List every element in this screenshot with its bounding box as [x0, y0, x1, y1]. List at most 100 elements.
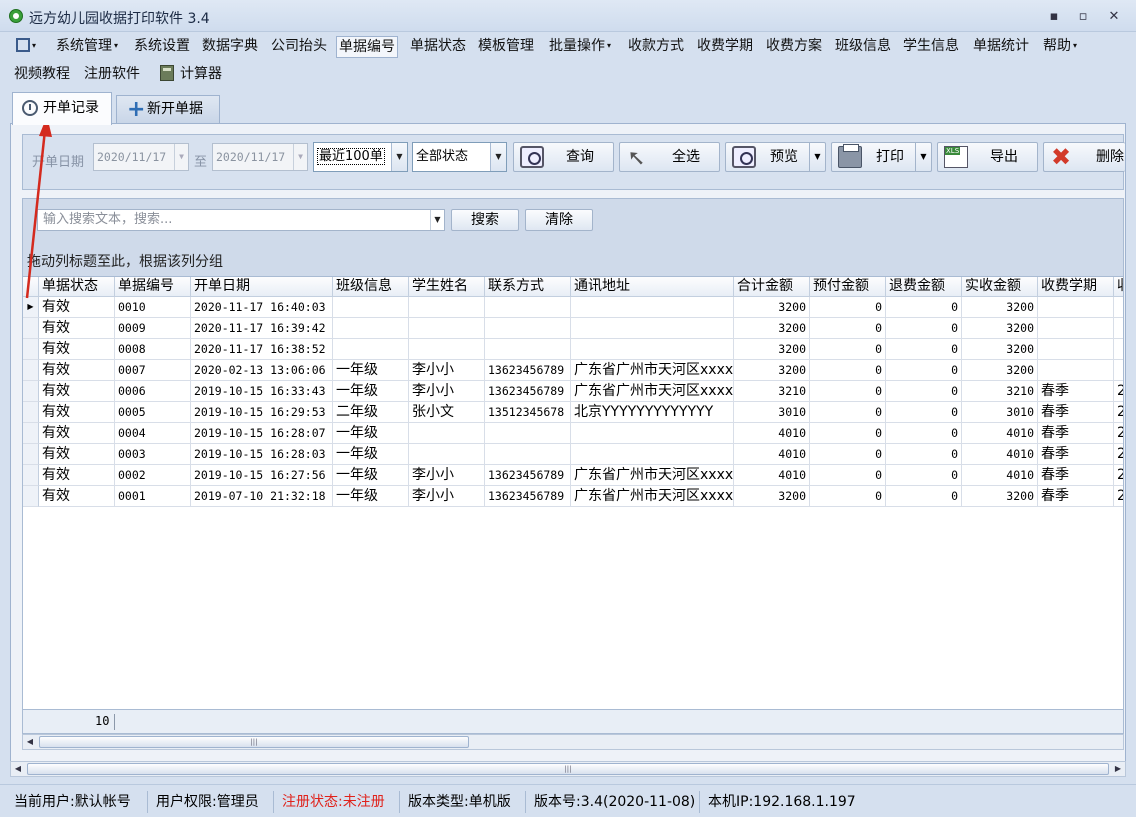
- cell-date[interactable]: 2020-11-17 16:38:52: [191, 339, 333, 360]
- cell-extra[interactable]: 2: [1114, 381, 1123, 402]
- cell-phone[interactable]: 13623456789: [485, 465, 571, 486]
- tab-new-receipt[interactable]: + 新开单据: [116, 95, 220, 124]
- cell-number[interactable]: 0005: [115, 402, 191, 423]
- select-all-button[interactable]: 全选: [619, 142, 720, 172]
- chevron-down-icon[interactable]: ▼: [174, 144, 188, 170]
- cell-received[interactable]: 4010: [962, 444, 1038, 465]
- cell-address[interactable]: [571, 423, 734, 444]
- cell-term[interactable]: [1038, 360, 1114, 381]
- cell-date[interactable]: 2019-10-15 16:28:03: [191, 444, 333, 465]
- cell-phone[interactable]: [485, 444, 571, 465]
- cell-received[interactable]: 3200: [962, 486, 1038, 507]
- menu-fee-term[interactable]: 收费学期: [695, 36, 755, 58]
- cell-date[interactable]: 2019-10-15 16:27:56: [191, 465, 333, 486]
- menu-receipt-status[interactable]: 单据状态: [408, 36, 468, 58]
- chevron-down-icon[interactable]: ▼: [490, 143, 506, 171]
- chevron-down-icon[interactable]: ▼: [809, 143, 825, 171]
- cell-prepaid[interactable]: 0: [810, 465, 886, 486]
- cell-phone[interactable]: [485, 318, 571, 339]
- cell-refund[interactable]: 0: [886, 360, 962, 381]
- column-header-extra[interactable]: 收: [1114, 277, 1123, 297]
- cell-extra[interactable]: [1114, 318, 1123, 339]
- cell-number[interactable]: 0009: [115, 318, 191, 339]
- cell-status[interactable]: 有效: [39, 318, 115, 339]
- cell-refund[interactable]: 0: [886, 486, 962, 507]
- cell-term[interactable]: 春季: [1038, 486, 1114, 507]
- cell-extra[interactable]: 2: [1114, 465, 1123, 486]
- cell-extra[interactable]: 2: [1114, 444, 1123, 465]
- cell-address[interactable]: 广东省广州市天河区xxxx: [571, 486, 734, 507]
- cell-date[interactable]: 2019-10-15 16:33:43: [191, 381, 333, 402]
- cell-refund[interactable]: 0: [886, 444, 962, 465]
- menu-receipt-number[interactable]: 单据编号: [336, 36, 398, 58]
- cell-extra[interactable]: 2: [1114, 402, 1123, 423]
- column-header-class[interactable]: 班级信息: [333, 277, 409, 297]
- cell-prepaid[interactable]: 0: [810, 297, 886, 318]
- column-header-total[interactable]: 合计金额: [734, 277, 810, 297]
- date-from-field[interactable]: 2020/11/17 ▼: [93, 143, 189, 171]
- column-header-term[interactable]: 收费学期: [1038, 277, 1114, 297]
- cell-student[interactable]: [409, 444, 485, 465]
- cell-total[interactable]: 4010: [734, 465, 810, 486]
- status-filter-select[interactable]: 全部状态 ▼: [412, 142, 507, 172]
- cell-term[interactable]: 春季: [1038, 402, 1114, 423]
- minimize-button[interactable]: ▪: [1043, 8, 1065, 26]
- cell-number[interactable]: 0001: [115, 486, 191, 507]
- cell-refund[interactable]: 0: [886, 402, 962, 423]
- menu-receipt-statistics[interactable]: 单据统计: [971, 36, 1031, 58]
- menu-student-info[interactable]: 学生信息: [901, 36, 961, 58]
- cell-status[interactable]: 有效: [39, 402, 115, 423]
- print-button[interactable]: 打印 ▼: [831, 142, 932, 172]
- cell-total[interactable]: 3010: [734, 402, 810, 423]
- cell-date[interactable]: 2020-11-17 16:39:42: [191, 318, 333, 339]
- cell-term[interactable]: 春季: [1038, 423, 1114, 444]
- cell-number[interactable]: 0006: [115, 381, 191, 402]
- cell-class[interactable]: 一年级: [333, 381, 409, 402]
- column-header-student[interactable]: 学生姓名: [409, 277, 485, 297]
- row-indicator[interactable]: [23, 360, 39, 381]
- cell-class[interactable]: 一年级: [333, 465, 409, 486]
- cell-term[interactable]: 春季: [1038, 444, 1114, 465]
- cell-prepaid[interactable]: 0: [810, 423, 886, 444]
- row-indicator[interactable]: [23, 465, 39, 486]
- row-indicator[interactable]: [23, 381, 39, 402]
- cell-number[interactable]: 0002: [115, 465, 191, 486]
- cell-student[interactable]: 李小小: [409, 486, 485, 507]
- menu-video-tutorial[interactable]: 视频教程: [12, 64, 72, 86]
- export-button[interactable]: 导出: [937, 142, 1038, 172]
- cell-prepaid[interactable]: 0: [810, 360, 886, 381]
- cell-total[interactable]: 3200: [734, 339, 810, 360]
- cell-phone[interactable]: 13623456789: [485, 381, 571, 402]
- cell-class[interactable]: 一年级: [333, 423, 409, 444]
- cell-student[interactable]: [409, 339, 485, 360]
- row-indicator[interactable]: [23, 486, 39, 507]
- cell-class[interactable]: 一年级: [333, 486, 409, 507]
- cell-prepaid[interactable]: 0: [810, 318, 886, 339]
- cell-status[interactable]: 有效: [39, 423, 115, 444]
- preview-button[interactable]: 预览 ▼: [725, 142, 826, 172]
- menu-template-manage[interactable]: 模板管理: [476, 36, 536, 58]
- cell-extra[interactable]: [1114, 339, 1123, 360]
- chevron-down-icon[interactable]: ▼: [293, 144, 307, 170]
- cell-refund[interactable]: 0: [886, 318, 962, 339]
- cell-status[interactable]: 有效: [39, 339, 115, 360]
- menu-fee-plan[interactable]: 收费方案: [764, 36, 824, 58]
- cell-total[interactable]: 4010: [734, 423, 810, 444]
- cell-phone[interactable]: 13623456789: [485, 360, 571, 381]
- system-menu-icon[interactable]: ▾: [14, 36, 38, 58]
- cell-received[interactable]: 4010: [962, 423, 1038, 444]
- cell-term[interactable]: 春季: [1038, 465, 1114, 486]
- cell-number[interactable]: 0008: [115, 339, 191, 360]
- cell-class[interactable]: [333, 297, 409, 318]
- menu-data-dictionary[interactable]: 数据字典: [200, 36, 260, 58]
- column-header-phone[interactable]: 联系方式: [485, 277, 571, 297]
- chevron-down-icon[interactable]: ▼: [391, 143, 407, 171]
- cell-received[interactable]: 4010: [962, 465, 1038, 486]
- grid-horizontal-scrollbar[interactable]: ◀ |||: [22, 734, 1124, 750]
- cell-date[interactable]: 2020-02-13 13:06:06: [191, 360, 333, 381]
- cell-number[interactable]: 0010: [115, 297, 191, 318]
- maximize-button[interactable]: ▫: [1072, 8, 1094, 26]
- cell-class[interactable]: [333, 339, 409, 360]
- cell-total[interactable]: 3210: [734, 381, 810, 402]
- cell-address[interactable]: [571, 297, 734, 318]
